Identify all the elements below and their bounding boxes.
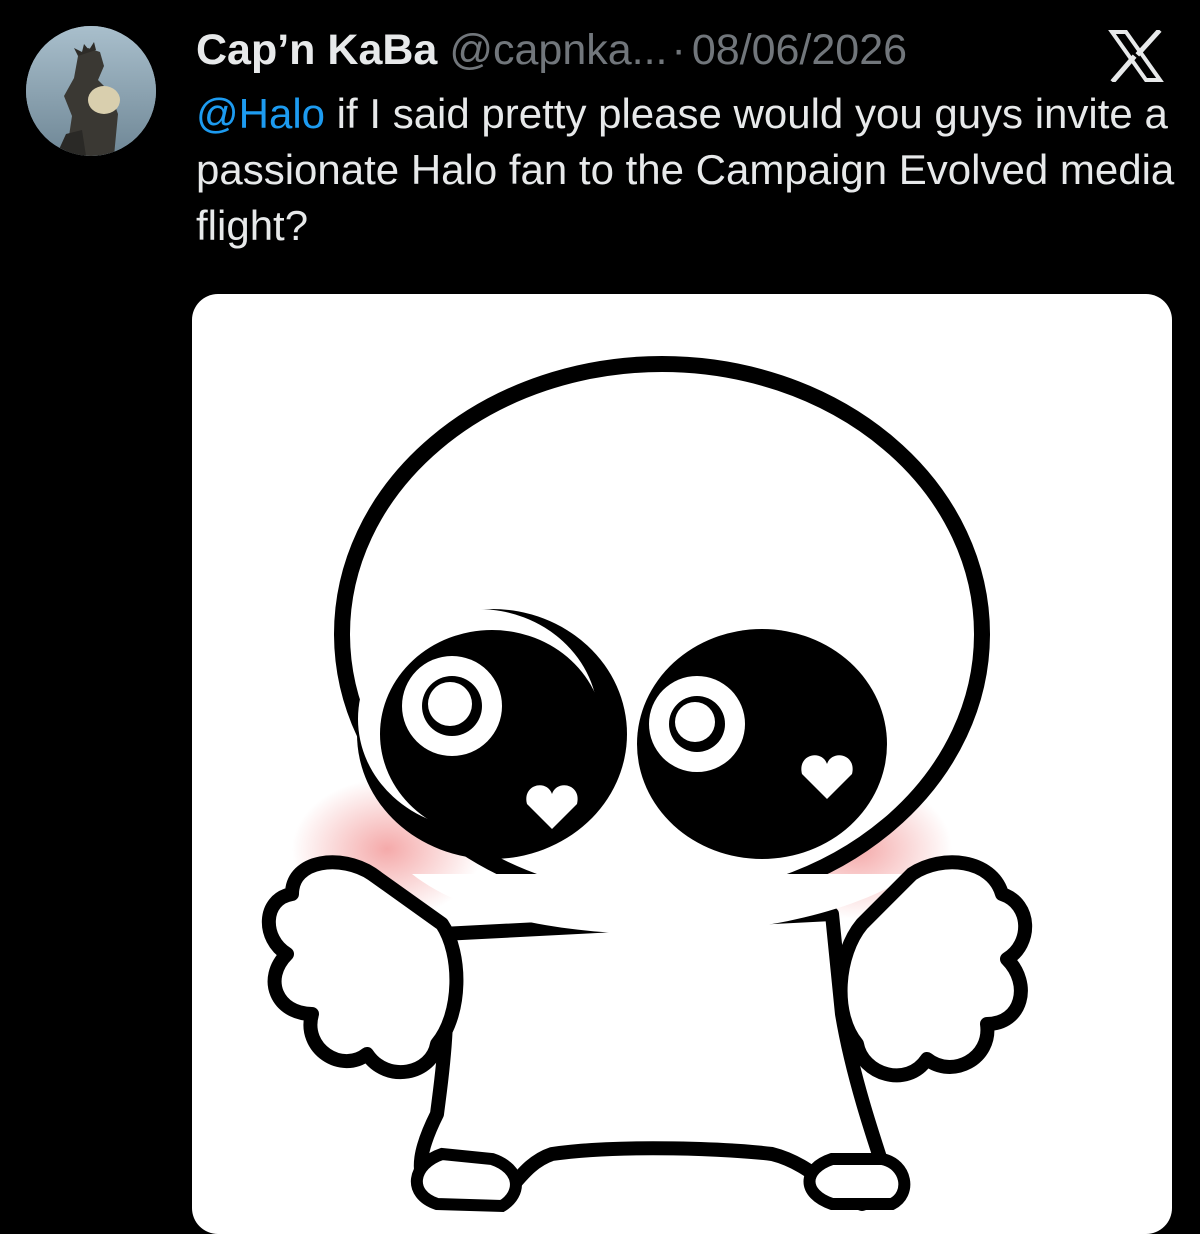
tweet-header: Cap’n KaBa @capnka... · 08/06/2026 bbox=[196, 22, 907, 78]
display-name[interactable]: Cap’n KaBa bbox=[196, 22, 437, 78]
avatar-image bbox=[26, 26, 156, 156]
tweet: Cap’n KaBa @capnka... · 08/06/2026 @Halo… bbox=[0, 0, 1200, 1234]
separator-dot: · bbox=[671, 26, 686, 74]
cute-creature-illustration bbox=[261, 356, 1033, 1213]
tweet-media[interactable] bbox=[192, 294, 1172, 1234]
tweet-body: if I said pretty please would you guys i… bbox=[196, 90, 1175, 249]
user-handle[interactable]: @capnka... bbox=[449, 22, 667, 78]
avatar[interactable] bbox=[26, 26, 156, 156]
tweet-text: @Halo if I said pretty please would you … bbox=[196, 86, 1176, 254]
mention-link[interactable]: @Halo bbox=[196, 90, 325, 137]
x-logo-icon[interactable] bbox=[1108, 30, 1164, 82]
tweet-date[interactable]: 08/06/2026 bbox=[692, 22, 907, 78]
